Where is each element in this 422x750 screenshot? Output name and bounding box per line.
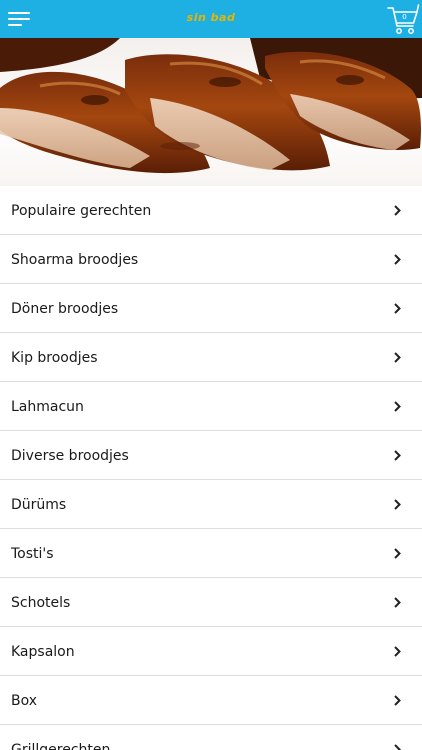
category-item-9[interactable]: Kapsalon (0, 627, 422, 676)
chevron-right-icon (394, 695, 401, 706)
cart-count-badge: 0 (402, 13, 407, 21)
category-item-10[interactable]: Box (0, 676, 422, 725)
chevron-right-icon (394, 499, 401, 510)
category-label: Schotels (11, 595, 71, 611)
category-label: Grillgerechten (11, 742, 111, 750)
chevron-right-icon (394, 450, 401, 461)
hero-image-ribs (0, 38, 422, 186)
shopping-cart-icon[interactable]: 0 (386, 2, 420, 36)
category-label: Döner broodjes (11, 301, 119, 317)
app-screen: sin bad 0 Populaire gerechten Shoarma br… (0, 0, 422, 750)
category-label: Dürüms (11, 497, 67, 513)
category-item-6[interactable]: Dürüms (0, 480, 422, 529)
chevron-right-icon (394, 303, 401, 314)
chevron-right-icon (394, 205, 401, 216)
category-item-4[interactable]: Lahmacun (0, 382, 422, 431)
app-logo: sin bad (186, 11, 236, 24)
category-item-5[interactable]: Diverse broodjes (0, 431, 422, 480)
category-item-0[interactable]: Populaire gerechten (0, 186, 422, 235)
category-item-3[interactable]: Kip broodjes (0, 333, 422, 382)
chevron-right-icon (394, 597, 401, 608)
category-label: Tosti's (11, 546, 54, 562)
chevron-right-icon (394, 254, 401, 265)
chevron-right-icon (394, 548, 401, 559)
category-label: Populaire gerechten (11, 203, 152, 219)
category-label: Box (11, 693, 38, 709)
chevron-right-icon (394, 401, 401, 412)
category-label: Kip broodjes (11, 350, 98, 366)
category-item-11[interactable]: Grillgerechten (0, 725, 422, 750)
chevron-right-icon (394, 744, 401, 750)
category-label: Shoarma broodjes (11, 252, 139, 268)
chevron-right-icon (394, 352, 401, 363)
category-label: Diverse broodjes (11, 448, 129, 464)
category-label: Kapsalon (11, 644, 75, 660)
top-bar: sin bad 0 (0, 0, 422, 38)
category-item-7[interactable]: Tosti's (0, 529, 422, 578)
category-label: Lahmacun (11, 399, 84, 415)
chevron-right-icon (394, 646, 401, 657)
category-list: Populaire gerechten Shoarma broodjes Dön… (0, 186, 422, 750)
category-item-8[interactable]: Schotels (0, 578, 422, 627)
category-item-2[interactable]: Döner broodjes (0, 284, 422, 333)
category-item-1[interactable]: Shoarma broodjes (0, 235, 422, 284)
